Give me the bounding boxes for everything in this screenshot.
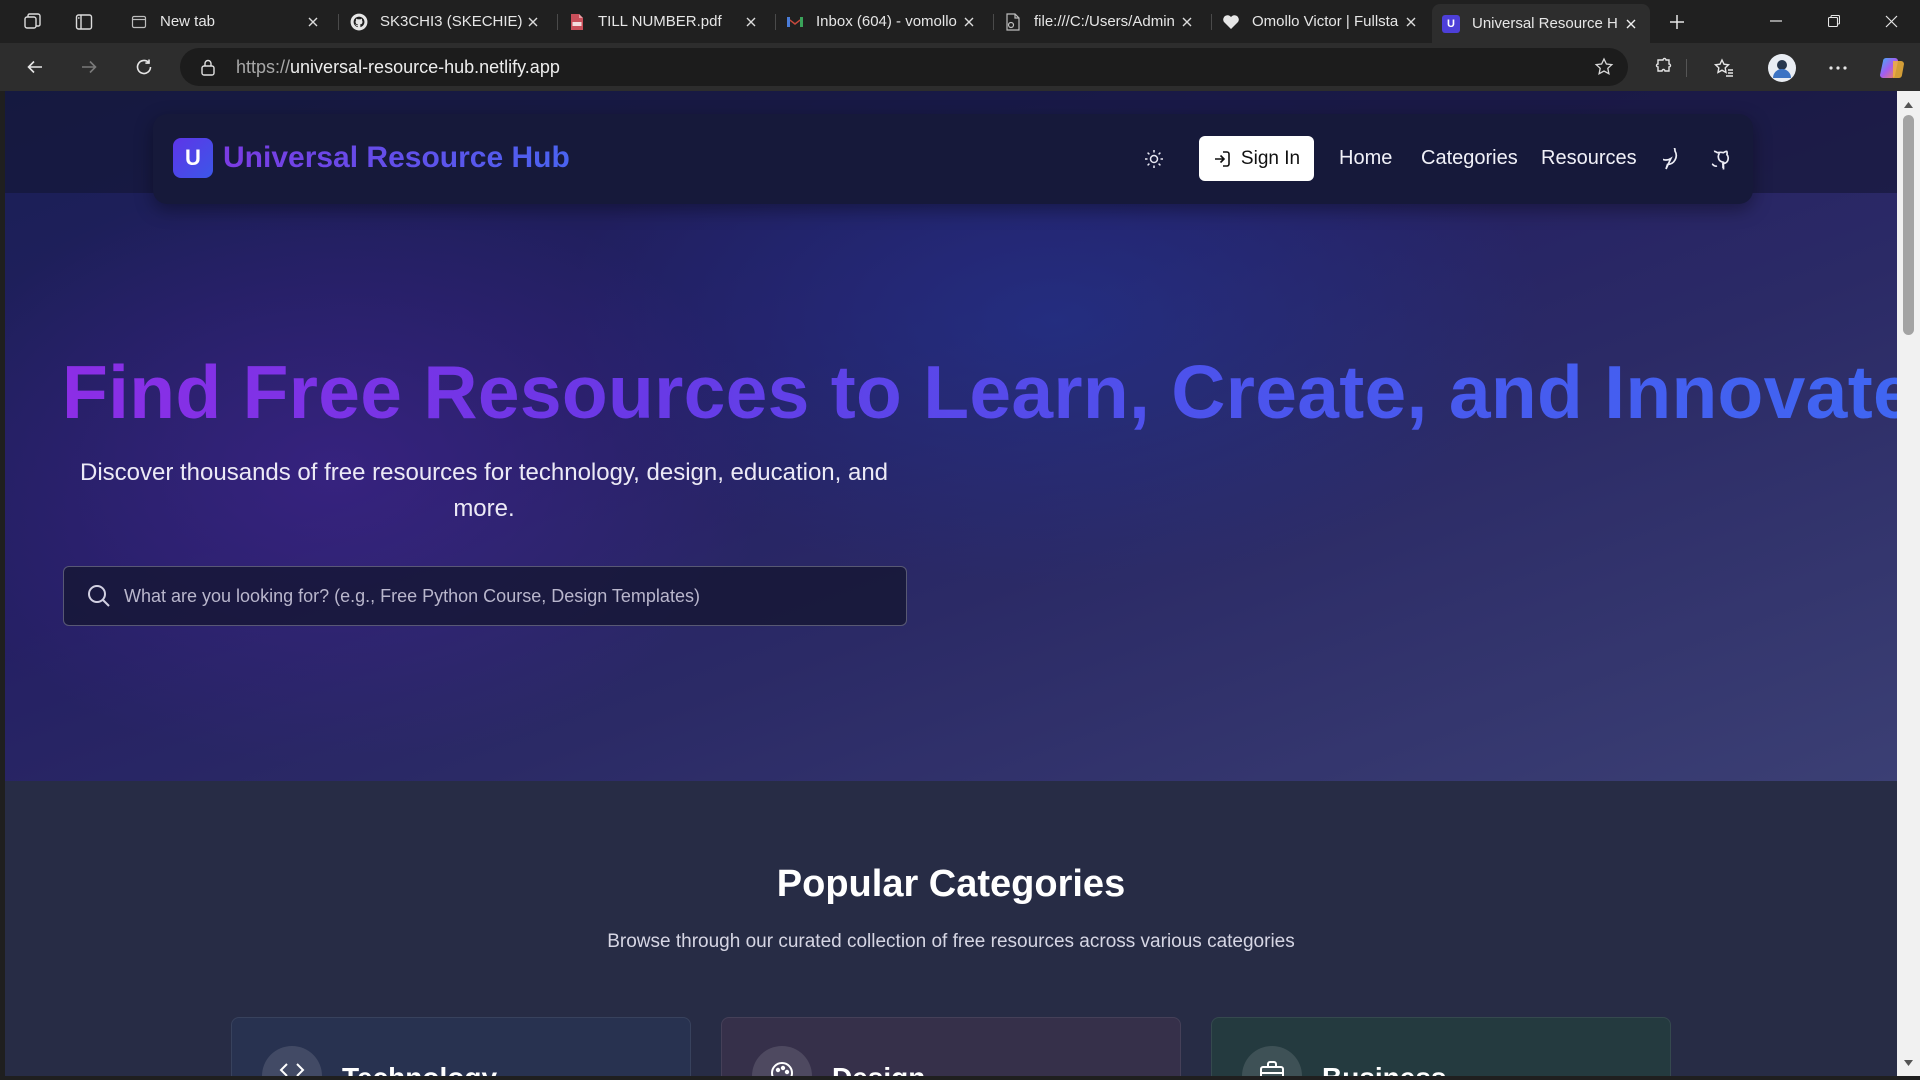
tab-universal-resource-hub[interactable]: U Universal Resource H: [1432, 4, 1650, 43]
category-card-technology[interactable]: Technology: [231, 1017, 691, 1076]
categories-title: Popular Categories: [776, 863, 1126, 905]
category-name: Design: [832, 1062, 925, 1076]
scroll-down-arrow-icon[interactable]: [1903, 1057, 1914, 1068]
tab-title: TILL NUMBER.pdf: [598, 13, 722, 30]
page-viewport: U Universal Resource Hub Sign In Home Ca…: [5, 91, 1897, 1076]
browser-tab-bar: New tab SK3CHI3 (SKECHIE) TILL NUMBER.pd…: [0, 0, 1920, 43]
briefcase-icon: [1242, 1046, 1302, 1076]
restore-button[interactable]: [1805, 0, 1863, 42]
search-icon: [86, 583, 112, 609]
category-card-business[interactable]: Business: [1211, 1017, 1671, 1076]
tab-gmail[interactable]: Inbox (604) - vomollo: [776, 5, 988, 38]
sun-icon[interactable]: [1141, 146, 1167, 172]
new-tab-page-icon: [130, 13, 148, 31]
palette-icon: [752, 1046, 812, 1076]
tab-new-tab[interactable]: New tab: [120, 5, 332, 38]
page-scrollbar[interactable]: [1897, 91, 1920, 1076]
close-icon[interactable]: [304, 13, 322, 31]
close-icon[interactable]: [1178, 13, 1196, 31]
close-icon[interactable]: [1622, 15, 1640, 33]
nav-link-resources[interactable]: Resources: [1541, 147, 1637, 170]
gmail-icon: [786, 13, 804, 31]
tab-title: SK3CHI3 (SKECHIE): [380, 13, 523, 30]
favorites-icon[interactable]: [1708, 52, 1740, 84]
close-icon[interactable]: [524, 13, 542, 31]
pdf-icon: [568, 13, 586, 31]
scrollbar-thumb[interactable]: [1903, 115, 1914, 335]
workspaces-icon[interactable]: [12, 7, 52, 37]
close-icon[interactable]: [1402, 13, 1420, 31]
profile-avatar[interactable]: [1766, 52, 1798, 84]
tab-portfolio[interactable]: Omollo Victor | Fullsta: [1212, 5, 1430, 38]
close-icon[interactable]: [742, 13, 760, 31]
hero-title: Find Free Resources to Learn, Create, an…: [62, 349, 1897, 435]
favorite-star-icon[interactable]: [1594, 57, 1614, 82]
nav-link-home[interactable]: Home: [1339, 147, 1392, 170]
categories-subtitle: Browse through our curated collection of…: [607, 931, 1295, 952]
github-icon: [350, 13, 368, 31]
scroll-up-arrow-icon[interactable]: [1903, 99, 1914, 110]
address-bar[interactable]: https://universal-resource-hub.netlify.a…: [180, 48, 1628, 86]
chat-icon[interactable]: [1662, 147, 1688, 173]
url-protocol: https://: [236, 56, 291, 77]
category-card-design[interactable]: Design: [721, 1017, 1181, 1076]
forward-button[interactable]: [70, 49, 108, 85]
github-icon[interactable]: [1707, 147, 1733, 173]
tab-title: file:///C:/Users/Admin: [1034, 13, 1175, 30]
back-button[interactable]: [16, 49, 54, 85]
sign-in-icon: [1213, 150, 1231, 168]
sign-in-label: Sign In: [1240, 147, 1301, 169]
browser-toolbar: https://universal-resource-hub.netlify.a…: [0, 43, 1920, 91]
close-icon[interactable]: [960, 13, 978, 31]
refresh-button[interactable]: [125, 49, 163, 85]
copilot-icon[interactable]: [1876, 52, 1908, 84]
tab-divider: [338, 14, 339, 30]
heart-icon: [1222, 13, 1240, 31]
site-logo[interactable]: U: [173, 138, 213, 178]
search-input[interactable]: [124, 567, 884, 625]
tab-title: New tab: [160, 13, 216, 30]
tab-pdf[interactable]: TILL NUMBER.pdf: [558, 5, 770, 38]
site-u-icon: U: [1442, 14, 1460, 33]
nav-link-categories[interactable]: Categories: [1421, 147, 1518, 170]
new-tab-button[interactable]: [1657, 7, 1697, 37]
search-bar[interactable]: [63, 566, 907, 626]
tab-title: Inbox (604) - vomollo: [816, 13, 957, 30]
toolbar-divider: [1686, 59, 1687, 77]
tab-title: Omollo Victor | Fullsta: [1252, 13, 1399, 30]
file-icon: [1004, 12, 1022, 31]
category-name: Business: [1322, 1062, 1447, 1076]
url-host: universal-resource-hub.netlify.app: [290, 56, 560, 77]
lock-icon[interactable]: [200, 58, 216, 76]
brand-name[interactable]: Universal Resource Hub: [223, 141, 570, 175]
tab-local-file[interactable]: file:///C:/Users/Admin: [994, 5, 1206, 38]
category-name: Technology: [342, 1062, 497, 1076]
minimize-button[interactable]: [1747, 0, 1805, 42]
close-window-button[interactable]: [1862, 0, 1920, 42]
sign-in-button[interactable]: Sign In: [1199, 136, 1314, 181]
tab-title: Universal Resource H: [1472, 15, 1618, 32]
vertical-tabs-icon[interactable]: [64, 7, 104, 37]
more-options-icon[interactable]: [1822, 52, 1854, 84]
hero-subtitle: Discover thousands of free resources for…: [79, 459, 889, 522]
site-navbar: U Universal Resource Hub Sign In Home Ca…: [153, 114, 1753, 204]
extensions-icon[interactable]: [1647, 52, 1679, 84]
code-icon: [262, 1046, 322, 1076]
tab-github[interactable]: SK3CHI3 (SKECHIE): [340, 5, 552, 38]
